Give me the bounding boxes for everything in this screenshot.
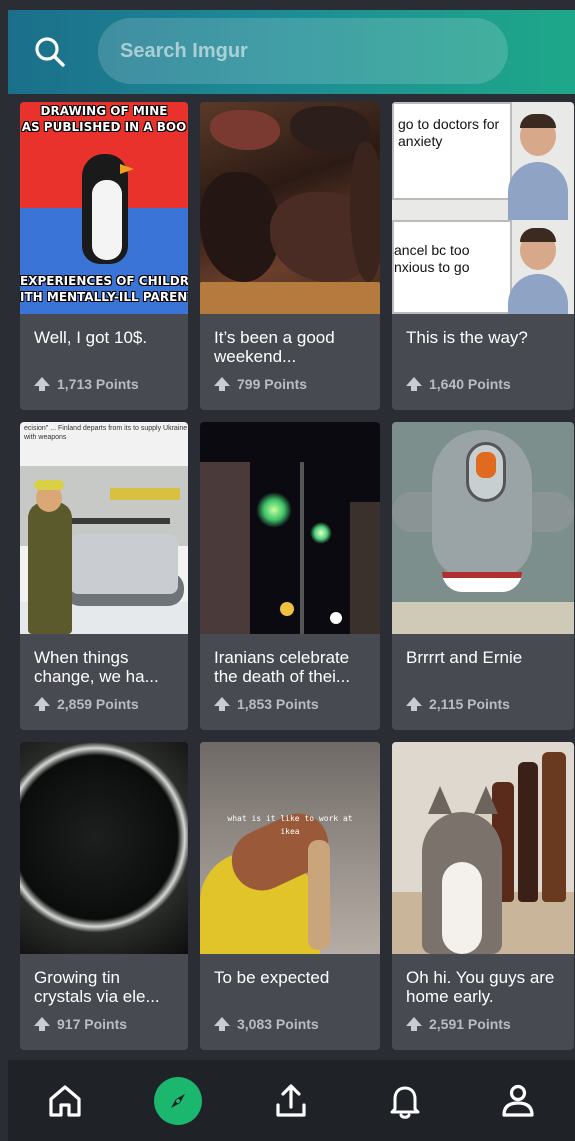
post-card[interactable]: Brrrrt and Ernie 2,115 Points <box>392 422 574 730</box>
post-card[interactable]: Oh hi. You guys are home early. 2,591 Po… <box>392 742 574 1050</box>
post-points: 1,713 Points <box>34 376 139 392</box>
post-thumbnail[interactable] <box>20 742 188 954</box>
meme-caption-top-2: AS PUBLISHED IN A BOO <box>21 120 187 134</box>
post-title: Brrrrt and Ernie <box>406 648 523 667</box>
post-title: Growing tin crystals via ele... <box>34 968 160 1006</box>
post-points: 799 Points <box>214 376 307 392</box>
post-title: Well, I got 10$. <box>34 328 148 347</box>
post-thumbnail[interactable]: what is it like to work at ikea <box>200 742 380 954</box>
points-count: 917 Points <box>57 1016 128 1032</box>
nav-upload[interactable] <box>263 1073 319 1129</box>
upvote-arrow-icon <box>406 1016 422 1031</box>
meme-caption-top-1: DRAWING OF MINE <box>40 104 168 118</box>
post-points: 1,640 Points <box>406 376 511 392</box>
upload-icon <box>276 1083 307 1117</box>
meme-text-top: go to doctors for anxiety <box>398 116 500 149</box>
post-points: 1,853 Points <box>214 696 319 712</box>
bottom-navigation <box>8 1060 575 1141</box>
points-count: 2,859 Points <box>57 696 139 712</box>
post-card[interactable]: go to doctors for anxiety ancel bc too n… <box>392 102 574 410</box>
post-thumbnail[interactable]: DRAWING OF MINE AS PUBLISHED IN A BOO EX… <box>20 102 188 314</box>
post-title: This is the way? <box>406 328 528 347</box>
search-button[interactable] <box>30 32 70 72</box>
post-thumbnail[interactable] <box>392 742 574 954</box>
points-count: 2,591 Points <box>429 1016 511 1032</box>
search-icon <box>35 37 65 67</box>
notifications-bell-icon <box>390 1086 420 1119</box>
upvote-arrow-icon <box>214 376 230 391</box>
post-points: 917 Points <box>34 1016 127 1032</box>
upvote-arrow-icon <box>406 376 422 391</box>
nav-home[interactable] <box>37 1073 93 1129</box>
post-card[interactable]: what is it like to work at ikea To be ex… <box>200 742 380 1050</box>
post-thumbnail[interactable] <box>200 102 380 314</box>
top-search-bar <box>8 10 575 94</box>
upvote-arrow-icon <box>406 696 422 711</box>
post-grid: DRAWING OF MINE AS PUBLISHED IN A BOO EX… <box>20 102 575 1050</box>
explore-button[interactable] <box>154 1076 203 1125</box>
profile-icon <box>502 1084 534 1117</box>
explore-compass-icon <box>171 1093 186 1108</box>
post-points: 2,859 Points <box>34 696 139 712</box>
nav-notifications[interactable] <box>377 1073 433 1129</box>
post-thumbnail[interactable] <box>200 422 380 634</box>
post-card[interactable]: It’s been a good weekend... 799 Points <box>200 102 380 410</box>
imgur-app: DRAWING OF MINE AS PUBLISHED IN A BOO EX… <box>0 0 575 1141</box>
post-points: 3,083 Points <box>214 1016 319 1032</box>
post-title: Oh hi. You guys are home early. <box>406 968 555 1006</box>
post-title: When things change, we ha... <box>34 648 159 686</box>
points-count: 799 Points <box>237 376 308 392</box>
post-title: It’s been a good weekend... <box>214 328 335 366</box>
points-count: 1,853 Points <box>237 696 319 712</box>
post-thumbnail[interactable] <box>392 422 574 634</box>
points-count: 3,083 Points <box>237 1016 319 1032</box>
upvote-arrow-icon <box>34 1016 50 1031</box>
upvote-arrow-icon <box>214 1016 230 1031</box>
news-headline: ecision" ... Finland departs from its to… <box>24 425 188 441</box>
video-caption: what is it like to work at ikea <box>227 814 353 836</box>
post-thumbnail[interactable]: ecision" ... Finland departs from its to… <box>20 422 188 634</box>
points-count: 1,713 Points <box>57 376 139 392</box>
search-input[interactable] <box>120 39 508 63</box>
post-card[interactable]: ecision" ... Finland departs from its to… <box>20 422 188 730</box>
upvote-arrow-icon <box>214 696 230 711</box>
post-card[interactable]: Iranians celebrate the death of thei... … <box>200 422 380 730</box>
post-points: 2,115 Points <box>406 696 510 712</box>
post-points: 2,591 Points <box>406 1016 511 1032</box>
meme-caption-bottom-2: ITH MENTALLY-ILL PARENT <box>20 290 188 304</box>
meme-text-bottom: ancel bc too nxious to go <box>394 242 470 275</box>
post-thumbnail[interactable]: go to doctors for anxiety ancel bc too n… <box>392 102 574 314</box>
upvote-arrow-icon <box>34 376 50 391</box>
home-icon <box>49 1084 81 1117</box>
points-count: 1,640 Points <box>429 376 511 392</box>
meme-caption-bottom-1: EXPERIENCES OF CHILDRE <box>20 274 188 288</box>
nav-explore[interactable] <box>150 1073 206 1129</box>
post-title: To be expected <box>214 968 330 987</box>
post-card[interactable]: DRAWING OF MINE AS PUBLISHED IN A BOO EX… <box>20 102 188 410</box>
upvote-arrow-icon <box>34 696 50 711</box>
points-count: 2,115 Points <box>429 696 510 712</box>
post-title: Iranians celebrate the death of thei... <box>214 648 351 686</box>
post-card[interactable]: Growing tin crystals via ele... 917 Poin… <box>20 742 188 1050</box>
search-field[interactable] <box>98 18 508 84</box>
nav-profile[interactable] <box>490 1073 546 1129</box>
